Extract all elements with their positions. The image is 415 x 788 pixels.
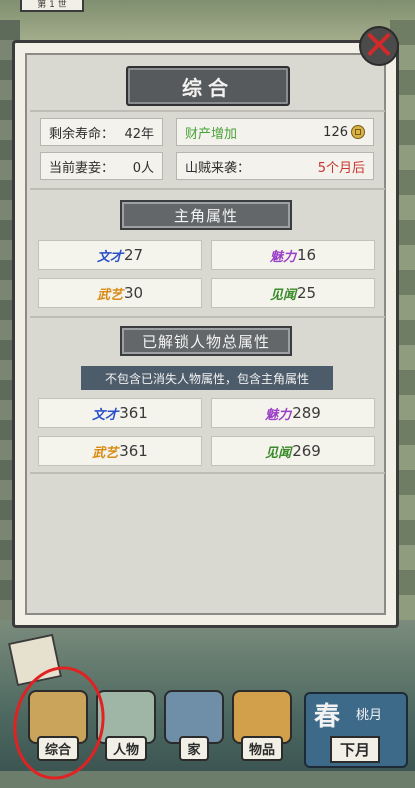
hero-attr-tag-martial: 武艺	[96, 287, 123, 303]
coin-icon	[351, 125, 365, 139]
total-attr-value-knowledge: 269	[292, 442, 321, 460]
season-label: 春	[314, 702, 341, 732]
total-attr-cell: 见闻 269	[211, 436, 375, 466]
hero-attr-cell: 见闻 25	[211, 278, 375, 308]
next-month-button[interactable]: 春 桃月 下月	[304, 692, 408, 768]
nav-items-label: 物品	[240, 736, 283, 761]
total-attr-tag-charm: 魅力	[265, 407, 292, 423]
remaining-lifespan-value: 42年	[124, 126, 154, 142]
total-attr-cell: 魅力 289	[211, 398, 375, 428]
total-attr-tag-knowledge: 见闻	[265, 445, 292, 461]
nav-characters[interactable]: 人物	[96, 690, 156, 761]
bandit-raid-label: 山贼来袭：	[185, 160, 251, 176]
nav-characters-label: 人物	[104, 736, 147, 761]
bandit-raid-value: 5个月后	[317, 160, 365, 176]
hero-attr-tag-knowledge: 见闻	[269, 287, 296, 303]
wealth-increase-value: 126	[323, 124, 348, 140]
total-attr-cell: 武艺 361	[38, 436, 202, 466]
hero-attr-value-knowledge: 25	[296, 284, 317, 302]
total-attr-tag-literary: 文才	[92, 407, 119, 423]
nav-home[interactable]: 家	[164, 690, 224, 761]
hero-attr-value-charm: 16	[296, 246, 317, 264]
current-spouses-label: 当前妻妾：	[49, 160, 115, 176]
panel-title: 综合	[126, 66, 290, 106]
total-attr-value-literary: 361	[119, 404, 148, 422]
hero-attributes-title: 主角属性	[120, 200, 292, 230]
hero-attr-value-martial: 30	[123, 284, 144, 302]
nav-home-label: 家	[179, 736, 209, 761]
wealth-increase: 财产增加 126	[176, 118, 374, 146]
total-attr-value-charm: 289	[292, 404, 321, 422]
hero-attr-cell: 文才 27	[38, 240, 202, 270]
generation-tab: 第 1 世	[20, 0, 84, 12]
divider	[30, 188, 385, 190]
current-spouses: 当前妻妾： 0人	[40, 152, 163, 180]
hero-attr-cell: 武艺 30	[38, 278, 202, 308]
hero-attr-cell: 魅力 16	[211, 240, 375, 270]
total-attr-cell: 文才 361	[38, 398, 202, 428]
remaining-lifespan: 剩余寿命： 42年	[40, 118, 163, 146]
nav-items[interactable]: 物品	[232, 690, 292, 761]
current-spouses-value: 0人	[132, 160, 154, 176]
hero-attr-tag-charm: 魅力	[269, 249, 296, 265]
hero-attr-tag-literary: 文才	[96, 249, 123, 265]
next-month-label: 下月	[330, 736, 381, 763]
divider	[30, 110, 385, 112]
total-attributes-note: 不包含已消失人物属性，包含主角属性	[81, 366, 333, 390]
wealth-increase-label: 财产增加	[185, 126, 238, 142]
remaining-lifespan-label: 剩余寿命：	[49, 126, 115, 142]
total-attributes-title: 已解锁人物总属性	[120, 326, 292, 356]
divider	[30, 316, 385, 318]
bandit-raid: 山贼来袭： 5个月后	[176, 152, 374, 180]
hero-attr-value-literary: 27	[123, 246, 144, 264]
month-label: 桃月	[356, 708, 383, 723]
divider	[30, 472, 385, 474]
total-attr-value-martial: 361	[119, 442, 148, 460]
close-button[interactable]: ✕	[355, 22, 403, 70]
total-attr-tag-martial: 武艺	[92, 445, 119, 461]
close-icon: ✕	[362, 23, 396, 69]
